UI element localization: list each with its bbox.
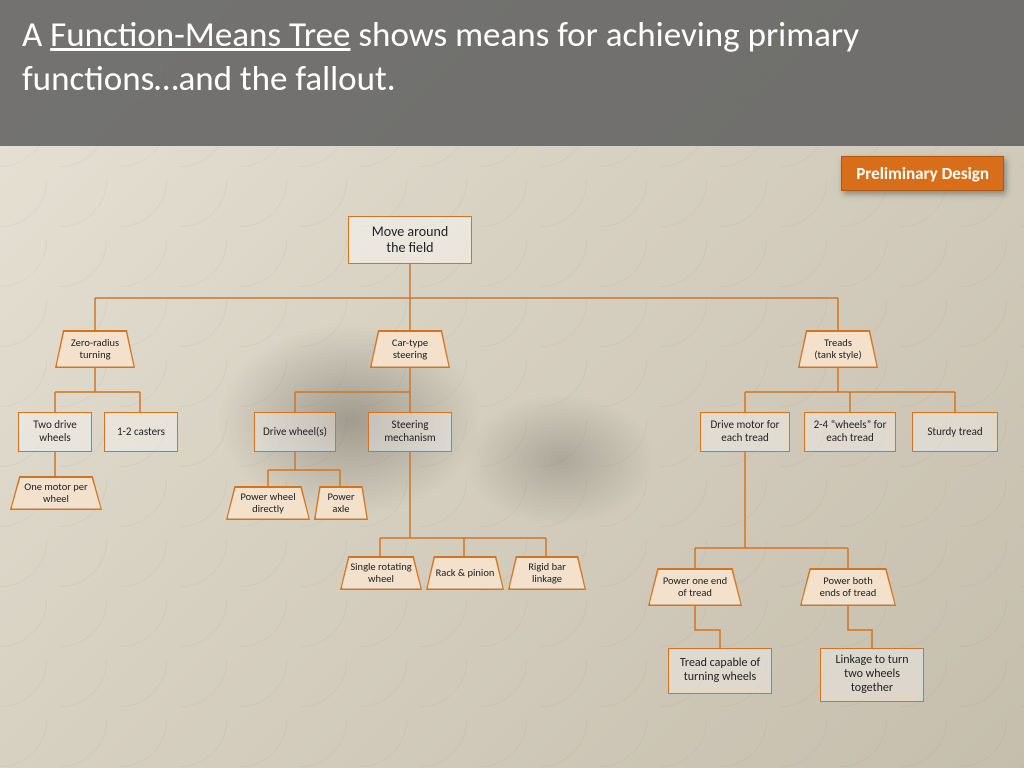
label: 1-2 casters	[117, 426, 165, 439]
node-linkage-two-wheels: Linkage to turntwo wheelstogether	[820, 648, 924, 702]
label: 2-4 “wheels” foreach tread	[814, 419, 887, 444]
label: Zero-radiusturning	[71, 337, 119, 361]
label: Two drivewheels	[33, 419, 76, 444]
label: Power bothends of tread	[820, 575, 877, 599]
label: Rack & pinion	[436, 567, 495, 579]
label: Steeringmechanism	[384, 419, 435, 444]
node-single-rotating-wheel: Single rotatingwheel	[340, 556, 422, 590]
label: Single rotatingwheel	[350, 561, 411, 585]
label: Drive wheel(s)	[263, 426, 327, 439]
node-rack-pinion: Rack & pinion	[426, 556, 504, 590]
node-rigid-bar-linkage: Rigid bar linkage	[508, 556, 586, 590]
label: Linkage to turntwo wheelstogether	[835, 654, 908, 695]
node-car-type: Car-typesteering	[370, 330, 450, 368]
label: Sturdy tread	[927, 426, 982, 439]
label: Car-typesteering	[392, 337, 428, 361]
node-steering-mechanism: Steeringmechanism	[368, 412, 452, 452]
title-underlined: Function-Means Tree	[50, 14, 350, 56]
label: Power wheeldirectly	[240, 491, 295, 515]
phase-tag: Preliminary Design	[841, 156, 1004, 191]
node-wheels-each-tread: 2-4 “wheels” foreach tread	[804, 412, 896, 452]
node-drive-wheels: Drive wheel(s)	[254, 412, 336, 452]
node-sturdy-tread: Sturdy tread	[912, 412, 998, 452]
node-tread-capable: Tread capable ofturning wheels	[668, 648, 772, 694]
label: Poweraxle	[327, 491, 354, 515]
label: Rigid bar linkage	[518, 561, 577, 585]
label: One motor perwheel	[24, 481, 87, 505]
node-power-both-ends: Power bothends of tread	[800, 568, 896, 606]
label: Tread capable ofturning wheels	[680, 657, 760, 685]
node-zero-radius: Zero-radiusturning	[55, 330, 135, 368]
title-prefix: A	[22, 14, 50, 56]
label: Drive motor foreach tread	[711, 419, 780, 444]
node-one-motor-per-wheel: One motor perwheel	[10, 476, 102, 510]
node-root-label: Move aroundthe field	[372, 224, 448, 256]
node-treads: Treads(tank style)	[798, 330, 878, 368]
label: Power one endof tread	[663, 575, 727, 599]
node-drive-motor-each-tread: Drive motor foreach tread	[700, 412, 790, 452]
node-casters: 1-2 casters	[104, 412, 178, 452]
node-power-wheel-directly: Power wheeldirectly	[226, 486, 310, 520]
node-power-axle: Poweraxle	[314, 486, 368, 520]
node-power-one-end: Power one endof tread	[648, 568, 742, 606]
node-root: Move aroundthe field	[348, 216, 472, 264]
node-two-drive-wheels: Two drivewheels	[18, 412, 92, 452]
label: Treads(tank style)	[814, 337, 861, 361]
slide-title: A Function-Means Tree shows means for ac…	[0, 0, 1024, 146]
